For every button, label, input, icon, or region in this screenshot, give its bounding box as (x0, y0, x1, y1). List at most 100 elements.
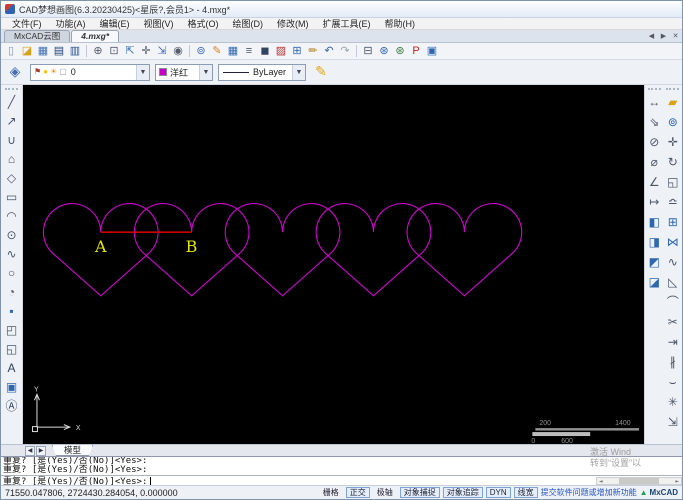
explode-icon[interactable]: ✳ (664, 393, 682, 413)
drawing-canvas[interactable]: A B Y X 200 1400 0 600 (23, 85, 644, 444)
copy-icon[interactable]: ⊚ (664, 113, 682, 133)
save-file-icon[interactable]: ▦ (35, 44, 51, 59)
layer-combo[interactable]: ⚑ ● ☀ ▢ 0 ▼ (30, 63, 150, 81)
toggle-ortho[interactable]: 正交 (345, 487, 370, 498)
toggle-polar[interactable]: 极轴 (373, 487, 397, 498)
measure-icon[interactable]: ⊚ (193, 44, 209, 59)
toggle-osnap[interactable]: 对象捕捉 (399, 487, 440, 498)
toggle-lineweight[interactable]: 线宽 (513, 487, 538, 498)
draw-pencil-icon[interactable]: ✎ (311, 62, 331, 82)
menu-item-ext-tools[interactable]: 扩展工具(E) (316, 17, 378, 30)
pan-icon[interactable]: ✛ (138, 44, 154, 59)
chevron-down-icon[interactable]: ▼ (292, 64, 305, 80)
draw-line-icon[interactable]: ╱ (2, 93, 21, 112)
color-palette-icon[interactable]: ▨ (273, 44, 289, 59)
layout-prev-icon[interactable]: ◀ (25, 445, 35, 456)
draw-ellipse-icon[interactable]: ○ (2, 264, 21, 283)
canvas-svg[interactable]: A B Y X 200 1400 0 600 (23, 85, 644, 444)
menu-item-format[interactable]: 格式(O) (181, 17, 226, 30)
zoom-extents-icon[interactable]: ⇱ (122, 44, 138, 59)
menu-item-view[interactable]: 视图(V) (137, 17, 181, 30)
pdf-export-icon[interactable]: P (408, 44, 424, 59)
command-hscrollbar[interactable]: ◄ ► (596, 477, 682, 485)
toolbar-grip[interactable] (647, 88, 661, 90)
zoom-in-icon[interactable]: ⊕ (90, 44, 106, 59)
doc-tab-mxcad-cloud[interactable]: MxCAD云图 (4, 30, 71, 42)
dim-diameter-icon[interactable]: ⌀ (645, 153, 663, 173)
table-edit-icon[interactable]: ⊞ (289, 44, 305, 59)
draw-polyline-icon[interactable]: ∪ (2, 131, 21, 150)
toggle-dyn[interactable]: DYN (485, 487, 511, 498)
mirror-icon[interactable]: ⋈ (664, 233, 682, 253)
menu-item-help[interactable]: 帮助(H) (378, 17, 423, 30)
extend-icon[interactable]: ⇥ (664, 333, 682, 353)
erase-icon[interactable]: ▰ (664, 93, 682, 113)
undo-icon[interactable]: ↶ (321, 44, 337, 59)
open-file-icon[interactable]: ◪ (19, 44, 35, 59)
join-icon[interactable]: ⌣ (664, 373, 682, 393)
layers-manager-icon[interactable]: ◈ (5, 62, 25, 82)
properties-palette-icon[interactable]: ▦ (225, 44, 241, 59)
dim-tolerance-icon[interactable]: ◨ (645, 233, 663, 253)
color-combo[interactable]: 洋红 ▼ (155, 63, 213, 81)
draw-order-icon[interactable]: ✎ (209, 44, 225, 59)
stretch-icon[interactable]: ⇲ (664, 413, 682, 433)
zoom-object-icon[interactable]: ◉ (170, 44, 186, 59)
dim-angular-icon[interactable]: ∠ (645, 173, 663, 193)
linetype-combo[interactable]: ByLayer ▼ (218, 63, 306, 81)
draw-ellipse-arc-icon[interactable]: ◔ (2, 283, 21, 302)
fillet-icon[interactable]: ⌒ (664, 293, 682, 313)
open-folder-icon[interactable]: ▤ (51, 44, 67, 59)
trim-icon[interactable]: ✂ (664, 313, 682, 333)
menu-item-function[interactable]: 功能(A) (49, 17, 93, 30)
dim-edit-icon[interactable]: ◪ (645, 273, 663, 293)
draw-point-icon[interactable]: ▪ (2, 302, 21, 321)
draw-arc-icon[interactable]: ◠ (2, 207, 21, 226)
dim-linear-icon[interactable]: ↔ (645, 93, 663, 113)
array-icon[interactable]: ⊞ (664, 213, 682, 233)
scroll-right-icon[interactable]: ► (673, 478, 681, 485)
insert-image-icon[interactable]: ▣ (424, 44, 440, 59)
rotate-icon[interactable]: ↻ (664, 153, 682, 173)
doc-tab-4mxg[interactable]: 4.mxg* (71, 30, 120, 42)
chamfer-icon[interactable]: ◺ (664, 273, 682, 293)
dim-leader-icon[interactable]: ◧ (645, 213, 663, 233)
toggle-grid[interactable]: 栅格 (319, 487, 343, 498)
dim-aligned-icon[interactable]: ⇘ (645, 113, 663, 133)
web-publish-icon[interactable]: ⊛ (376, 44, 392, 59)
command-input-line[interactable]: 重复? [是(Yes)/否(No)]<Yes>: (1, 475, 682, 485)
print-icon[interactable]: ⊟ (360, 44, 376, 59)
layout-next-icon[interactable]: ▶ (36, 445, 46, 456)
dim-radius-icon[interactable]: ⊘ (645, 133, 663, 153)
scrollbar-thumb[interactable] (619, 478, 659, 484)
draw-xline-icon[interactable]: ↗ (2, 112, 21, 131)
tab-close-icon[interactable]: ✕ (671, 32, 680, 40)
tab-scroll-right-icon[interactable]: ▶ (659, 32, 668, 40)
toggle-otrack[interactable]: 对象追踪 (442, 487, 483, 498)
scroll-left-icon[interactable]: ◄ (597, 478, 605, 485)
block-editor-icon[interactable]: ◼ (257, 44, 273, 59)
menu-item-edit[interactable]: 编辑(E) (93, 17, 137, 30)
draw-polygon-icon[interactable]: ⌂ (2, 150, 21, 169)
zoom-scale-icon[interactable]: ⇲ (154, 44, 170, 59)
move-icon[interactable]: ✛ (664, 133, 682, 153)
menu-item-file[interactable]: 文件(F) (5, 17, 49, 30)
draw-mtext-icon[interactable]: Ⓐ (2, 397, 21, 416)
toolbar-grip[interactable] (666, 88, 680, 90)
chevron-down-icon[interactable]: ▼ (136, 64, 149, 80)
offset-icon[interactable]: ≏ (664, 193, 682, 213)
dim-continue-icon[interactable]: ↦ (645, 193, 663, 213)
chevron-down-icon[interactable]: ▼ (199, 64, 212, 80)
save-as-icon[interactable]: ▥ (67, 44, 83, 59)
edit-polyline-icon[interactable]: ∿ (664, 253, 682, 273)
draw-polygon-irregular-icon[interactable]: ◇ (2, 169, 21, 188)
draw-rectangle-icon[interactable]: ▭ (2, 188, 21, 207)
insert-block-icon[interactable]: ◰ (2, 321, 21, 340)
menu-item-draw[interactable]: 绘图(D) (226, 17, 271, 30)
dim-center-mark-icon[interactable]: ◩ (645, 253, 663, 273)
tab-model[interactable]: 模型 (52, 445, 93, 456)
draw-spline-icon[interactable]: ∿ (2, 245, 21, 264)
menu-item-modify[interactable]: 修改(M) (270, 17, 316, 30)
zoom-window-icon[interactable]: ⊡ (106, 44, 122, 59)
command-window[interactable]: 重复? [是(Yes)/否(No)]<Yes>: 重复? [是(Yes)/否(No… (1, 456, 682, 485)
